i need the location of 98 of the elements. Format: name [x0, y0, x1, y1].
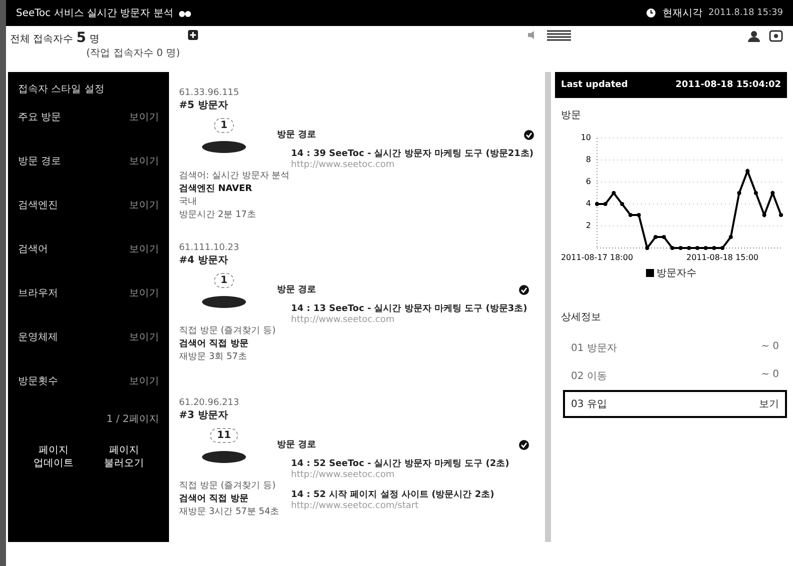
path-label: 방문 경로: [277, 284, 316, 296]
point: [620, 202, 624, 206]
sidebar-item-value[interactable]: 보이기: [129, 330, 159, 344]
point: [746, 169, 750, 173]
point: [779, 213, 783, 217]
sidebar-item[interactable]: 방문 경로: [18, 154, 62, 168]
visitor-ip: 61.111.10.23: [179, 243, 240, 253]
point: [762, 213, 766, 217]
sidebar-item-value[interactable]: 보이기: [129, 154, 159, 168]
check-circle-icon[interactable]: [519, 440, 529, 450]
chart-y-label: 방문: [561, 109, 582, 122]
sidebar-item-value[interactable]: 보이기: [129, 286, 159, 300]
point: [695, 246, 700, 250]
visitor-detail: 검색어 직접 방문: [179, 338, 248, 350]
visitor-detail: 직접 방문 (즐겨찾기 등): [179, 480, 276, 492]
visitor-ip: 61.33.96.115: [179, 88, 240, 98]
point: [654, 235, 658, 239]
visitor-name: #5 방문자: [179, 99, 228, 112]
visit-count-bubble: 1: [214, 273, 234, 288]
check-circle-icon[interactable]: [524, 130, 534, 140]
detail-row[interactable]: 03 유입 보기: [563, 390, 787, 418]
visits-line-chart: 2 4 6 8 10 2011-08-17 18:00 2011-08-18 15:00: [555, 124, 787, 264]
visitor-detail: 재방문 3시간 57분 54초: [179, 506, 280, 518]
visit-count-bubble: 1: [214, 118, 234, 133]
point: [612, 191, 616, 195]
y-tick-label: 2: [586, 221, 591, 230]
point: [704, 246, 708, 250]
sidebar-item[interactable]: 방문횟수: [18, 374, 58, 388]
point: [603, 202, 608, 206]
page-title: 14 : 13 SeeToc - 실시간 방문자 마케팅 도구 (방문3초): [291, 303, 528, 315]
detail-title: 상세정보: [561, 311, 602, 324]
visitor-detail: 재방문 3회 57초: [179, 351, 247, 363]
sidebar-item[interactable]: 주요 방문: [18, 110, 62, 124]
point: [687, 246, 691, 250]
page-title: 14 : 52 SeeToc - 실시간 방문자 마케팅 도구 (2초): [291, 458, 510, 470]
sidebar-item[interactable]: 검색엔진: [18, 198, 58, 212]
check-circle-icon[interactable]: [519, 284, 529, 294]
clock-label: 현재시각: [662, 7, 702, 20]
point: [636, 213, 641, 217]
sidebar-item-value[interactable]: 보이기: [129, 198, 159, 212]
visitor-detail: 검색어 직접 방문: [179, 493, 248, 505]
point: [678, 246, 683, 250]
point: [728, 235, 733, 239]
visitor-ip: 61.20.96.213: [179, 398, 240, 408]
sidebar-item-value[interactable]: 보이기: [129, 242, 159, 256]
sidebar-item-value[interactable]: 보이기: [129, 110, 159, 124]
list-view-icon[interactable]: [547, 30, 571, 42]
visitor-detail: 검색어: 실시간 방문자 분석: [179, 170, 290, 182]
panel-title: Last updated: [561, 80, 628, 90]
y-tick-label: 4: [586, 199, 591, 208]
detail-row[interactable]: 01 방문자 ~ 0: [563, 334, 787, 362]
y-tick-label: 8: [586, 155, 591, 164]
x-tick-label: 2011-08-17 18:00: [560, 253, 634, 262]
visitor-detail: 검색엔진 NAVER: [179, 183, 252, 195]
path-label: 방문 경로: [277, 439, 316, 451]
add-icon[interactable]: [188, 30, 198, 40]
legend-swatch: [646, 269, 654, 277]
page-indicator: 1 / 2페이지: [106, 413, 159, 426]
sidebar-item[interactable]: 브라우저: [18, 286, 58, 300]
visitor-avatar-icon: [202, 296, 246, 308]
clock-icon: [646, 8, 656, 18]
sidebar-item[interactable]: 검색어: [18, 242, 48, 256]
total-visitors: 전체 접속자수 5 명: [10, 30, 100, 46]
visitor-name: #4 방문자: [179, 254, 228, 267]
user-icon[interactable]: [747, 30, 761, 42]
point: [737, 191, 742, 195]
page-title: 14 : 52 시작 페이지 설정 사이트 (방문시간 2초): [291, 489, 496, 501]
point: [662, 235, 666, 239]
point: [645, 246, 650, 250]
point: [628, 213, 632, 217]
point: [720, 246, 724, 250]
path-label: 방문 경로: [277, 129, 316, 141]
visitor-detail: 직접 방문 (즐겨찾기 등): [179, 325, 276, 337]
x-tick-label: 2011-08-18 15:00: [686, 253, 758, 262]
point: [712, 246, 716, 250]
point: [770, 191, 775, 195]
y-tick-label: 6: [586, 177, 591, 186]
visitor-detail: 방문시간 2분 17초: [179, 209, 256, 221]
point: [670, 246, 674, 250]
clock-time: 2011.8.18 15:39: [708, 8, 783, 18]
visitor-name: #3 방문자: [179, 409, 228, 422]
page-title: 14 : 39 SeeToc - 실시간 방문자 마케팅 도구 (방문21초): [291, 148, 534, 160]
point: [754, 191, 758, 195]
visitor-avatar-icon: [202, 451, 246, 463]
sidebar-item-value[interactable]: 보이기: [129, 374, 159, 388]
active-visitors: (작업 접속자수 0 명): [85, 47, 180, 60]
detail-row[interactable]: 02 이동 ~ 0: [563, 362, 787, 390]
legend-label: 방문자수: [656, 267, 696, 280]
visitor-detail: 국내: [179, 196, 197, 208]
visit-count-bubble: 11: [210, 428, 238, 443]
last-updated-time: 2011-08-18 15:04:02: [676, 80, 781, 90]
binoculars-icon[interactable]: [179, 8, 192, 18]
point: [595, 202, 599, 206]
y-tick-label: 10: [580, 133, 591, 142]
sidebar-item[interactable]: 운영체제: [18, 330, 58, 344]
visitor-avatar-icon: [202, 141, 246, 153]
window-title: SeeToc 서비스 실시간 방문자 분석: [16, 7, 174, 20]
sidebar-title: 접속자 스타일 설정: [18, 83, 106, 96]
